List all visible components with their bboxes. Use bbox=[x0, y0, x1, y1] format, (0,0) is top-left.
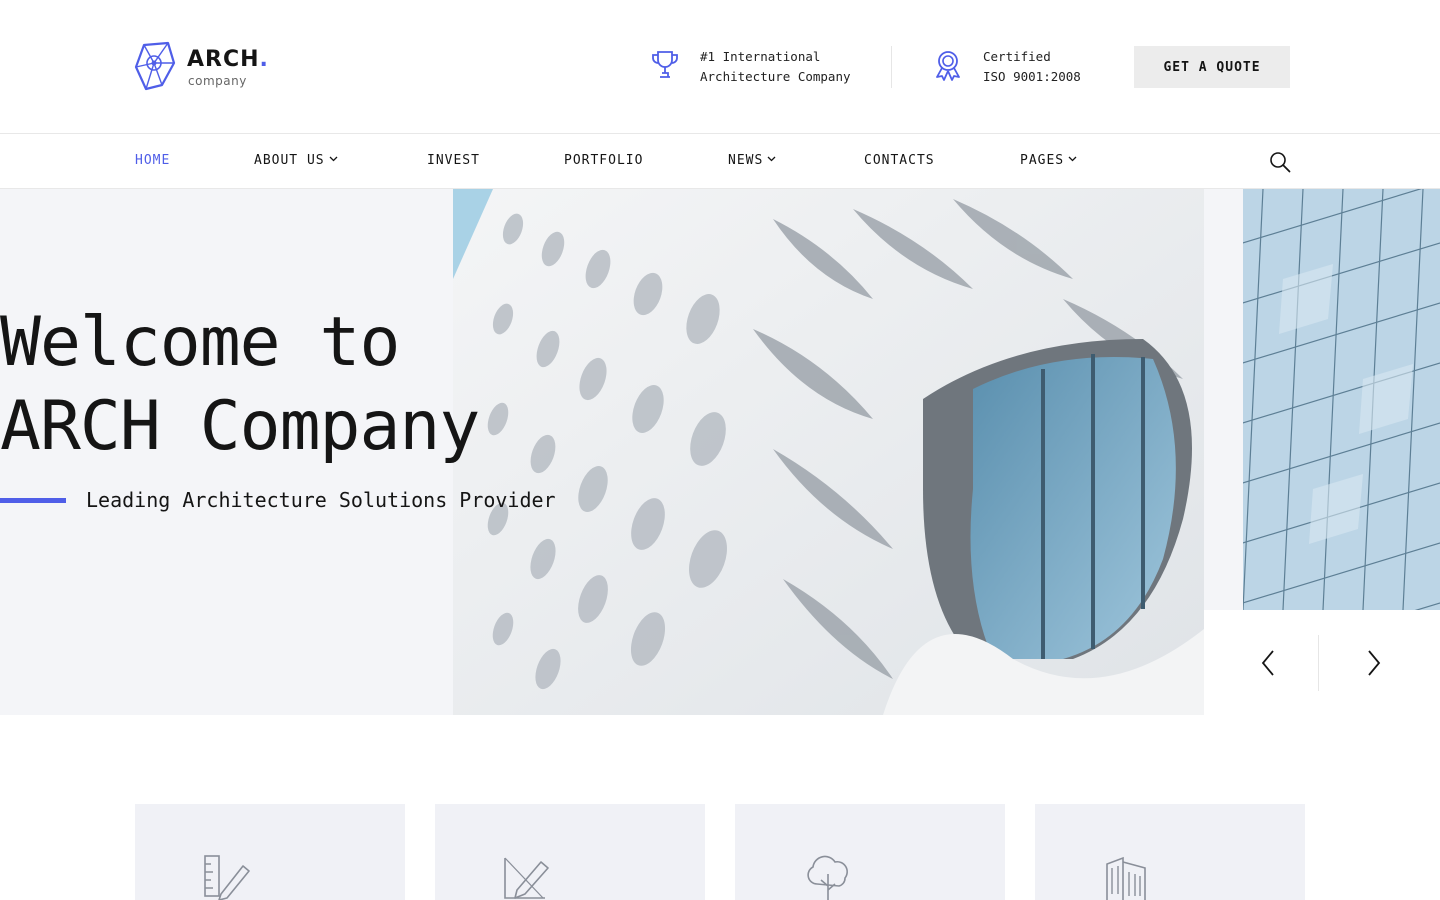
nav-item-news[interactable]: NEWS bbox=[728, 153, 776, 168]
feature-card[interactable] bbox=[1035, 804, 1305, 900]
nav-item-about-us[interactable]: ABOUT US bbox=[254, 153, 338, 168]
hero-accent-line bbox=[0, 498, 66, 503]
chevron-down-icon bbox=[329, 156, 338, 161]
get-a-quote-button[interactable]: GET A QUOTE bbox=[1134, 46, 1290, 88]
logo-title: ARCH. bbox=[187, 47, 269, 72]
hero-building-image bbox=[453, 189, 1204, 715]
slider-divider bbox=[1318, 635, 1319, 691]
slider-controls bbox=[1204, 610, 1440, 715]
nav-item-pages[interactable]: PAGES bbox=[1020, 153, 1077, 168]
nav-item-contacts[interactable]: CONTACTS bbox=[864, 153, 935, 168]
nav-item-portfolio[interactable]: PORTFOLIO bbox=[564, 153, 643, 168]
logo-mark-icon bbox=[134, 41, 176, 91]
feature-card[interactable] bbox=[135, 804, 405, 900]
chevron-down-icon bbox=[1068, 156, 1077, 161]
site-header: ARCH. company #1 International Architect… bbox=[0, 0, 1440, 133]
pencil-ruler-icon bbox=[204, 855, 250, 900]
certification-text: Certified ISO 9001:2008 bbox=[983, 49, 1081, 84]
nav-item-home[interactable]: HOME bbox=[135, 153, 170, 168]
award-text: #1 International Architecture Company bbox=[700, 49, 851, 84]
tree-icon bbox=[807, 855, 848, 900]
slider-prev-button[interactable] bbox=[1214, 610, 1328, 715]
hero-subtitle: Leading Architecture Solutions Provider bbox=[86, 488, 556, 512]
hero-title: Welcome to ARCH Company bbox=[0, 303, 480, 466]
hero-slider: Welcome to ARCH Company Leading Architec… bbox=[0, 189, 1440, 715]
logo[interactable]: ARCH. company bbox=[134, 41, 279, 93]
award-ribbon-icon bbox=[936, 51, 960, 81]
pencil-draw-icon bbox=[504, 857, 549, 899]
main-navigation: HOME ABOUT US INVEST PORTFOLIO NEWS CONT… bbox=[0, 133, 1440, 189]
nav-item-invest[interactable]: INVEST bbox=[427, 153, 480, 168]
glass-building-image bbox=[1243, 189, 1440, 610]
trophy-icon bbox=[652, 51, 678, 78]
chevron-down-icon bbox=[767, 156, 776, 161]
feature-card[interactable] bbox=[435, 804, 705, 900]
chevron-left-icon bbox=[1261, 650, 1274, 676]
building-icon bbox=[1106, 856, 1146, 900]
header-divider bbox=[891, 46, 892, 88]
search-icon[interactable] bbox=[1269, 151, 1291, 173]
chevron-right-icon bbox=[1368, 650, 1381, 676]
logo-subtitle: company bbox=[188, 74, 247, 88]
feature-card[interactable] bbox=[735, 804, 1005, 900]
slider-next-button[interactable] bbox=[1320, 610, 1434, 715]
